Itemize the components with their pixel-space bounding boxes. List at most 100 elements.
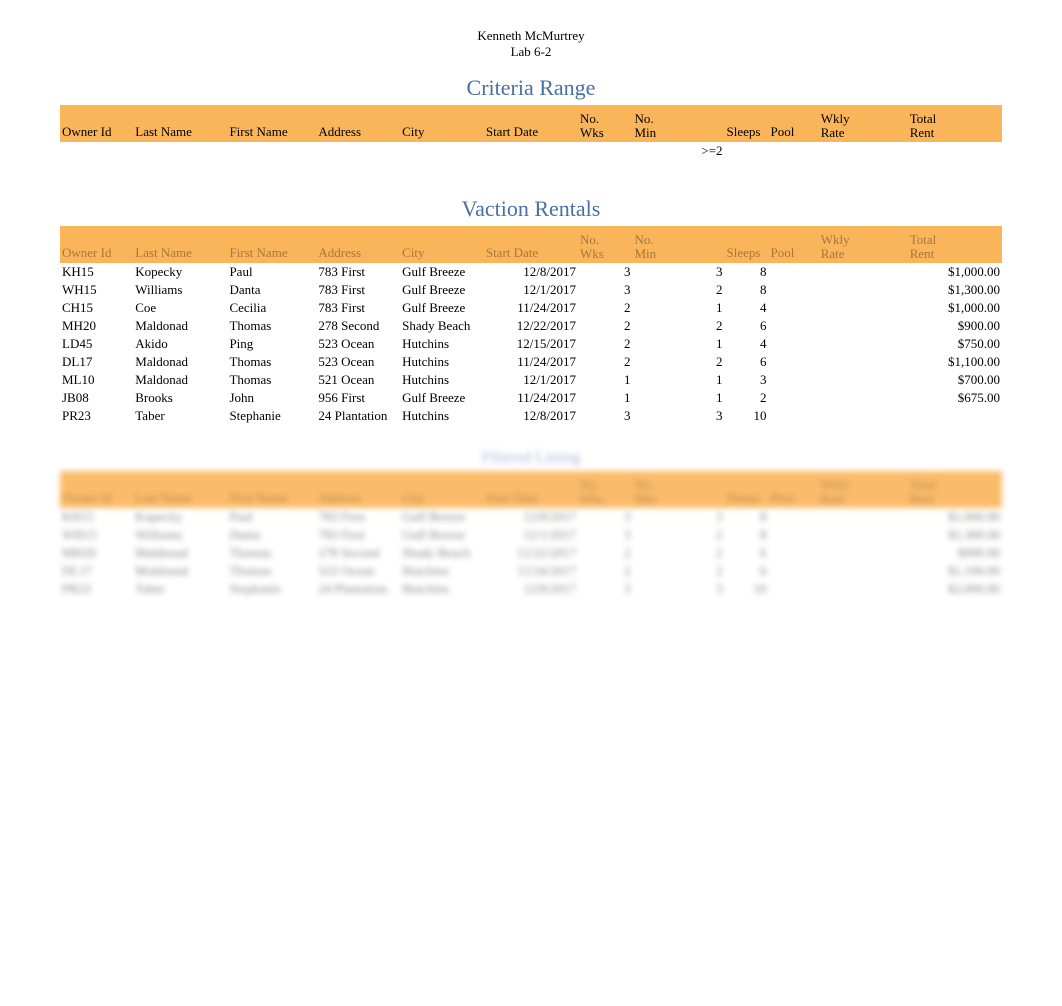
cell-city: Shady Beach <box>400 544 484 562</box>
table-row: MH20MaldonadThomas278 SecondShady Beach1… <box>60 317 1002 335</box>
criteria-last <box>133 142 227 162</box>
criteria-pool <box>769 142 819 162</box>
criteria-header-row: Owner Id Last Name First Name Address Ci… <box>60 105 1002 142</box>
cell-min: 2 <box>632 281 724 299</box>
table-row: ML10MaldonadThomas521 OceanHutchins12/1/… <box>60 371 1002 389</box>
cell-last: Coe <box>133 299 227 317</box>
cell-last: Kopecky <box>133 508 227 526</box>
cell-sdate: 11/24/2017 <box>484 389 578 407</box>
cell-total: $1,000.00 <box>908 508 1002 526</box>
cell-city: Gulf Breeze <box>400 263 484 281</box>
cell-city: Gulf Breeze <box>400 281 484 299</box>
cell-owner: LD45 <box>60 335 133 353</box>
cell-wks: 2 <box>578 335 632 353</box>
cell-min: 3 <box>632 407 724 425</box>
col-addr: Address <box>316 105 400 142</box>
criteria-city <box>400 142 484 162</box>
cell-sdate: 12/15/2017 <box>484 335 578 353</box>
filtered-header-row: Owner Id Last Name First Name Address Ci… <box>60 471 1002 508</box>
cell-addr: 783 First <box>316 281 400 299</box>
cell-owner: CH15 <box>60 299 133 317</box>
cell-last: Williams <box>133 526 227 544</box>
cell-city: Hutchins <box>400 353 484 371</box>
table-row: JB08BrooksJohn956 FirstGulf Breeze11/24/… <box>60 389 1002 407</box>
vaction-header-row: Owner Id Last Name First Name Address Ci… <box>60 226 1002 263</box>
cell-last: Taber <box>133 580 227 598</box>
cell-city: Hutchins <box>400 580 484 598</box>
cell-city: Shady Beach <box>400 317 484 335</box>
criteria-first <box>227 142 316 162</box>
table-row: KH15KopeckyPaul783 FirstGulf Breeze12/8/… <box>60 508 1002 526</box>
cell-addr: 523 Ocean <box>316 562 400 580</box>
cell-wks: 3 <box>578 580 632 598</box>
cell-city: Gulf Breeze <box>400 508 484 526</box>
cell-last: Maldonad <box>133 562 227 580</box>
cell-owner: KH15 <box>60 263 133 281</box>
col-city: City <box>400 105 484 142</box>
col-sleeps: Sleeps <box>725 105 769 142</box>
cell-wks: 1 <box>578 389 632 407</box>
cell-wks: 1 <box>578 371 632 389</box>
cell-total: $1,100.00 <box>908 353 1002 371</box>
cell-total: $1,300.00 <box>908 526 1002 544</box>
cell-last: Williams <box>133 281 227 299</box>
cell-owner: MH20 <box>60 544 133 562</box>
cell-total: $700.00 <box>908 371 1002 389</box>
cell-addr: 783 First <box>316 526 400 544</box>
col-wks: No. Wks <box>578 105 632 142</box>
cell-rate <box>819 580 908 598</box>
cell-pool <box>769 335 819 353</box>
col-sleeps: Sleeps <box>725 471 769 508</box>
cell-owner: ML10 <box>60 371 133 389</box>
cell-first: Stephanie <box>227 407 316 425</box>
filtered-section: Filtered Listing Owner Id Last Name Firs… <box>60 449 1002 598</box>
col-pool: Pool <box>769 105 819 142</box>
cell-total: $1,100.00 <box>908 562 1002 580</box>
col-pool: Pool <box>769 471 819 508</box>
cell-owner: JB08 <box>60 389 133 407</box>
cell-sleeps: 10 <box>725 580 769 598</box>
col-last: Last Name <box>133 226 227 263</box>
cell-sleeps: 6 <box>725 353 769 371</box>
col-wks: No. Wks <box>578 471 632 508</box>
cell-last: Maldonad <box>133 353 227 371</box>
criteria-sdate <box>484 142 578 162</box>
cell-first: Cecilia <box>227 299 316 317</box>
cell-addr: 783 First <box>316 263 400 281</box>
table-row: PR23TaberStephanie24 PlantationHutchins1… <box>60 407 1002 425</box>
cell-addr: 521 Ocean <box>316 371 400 389</box>
cell-wks: 3 <box>578 263 632 281</box>
cell-addr: 783 First <box>316 299 400 317</box>
cell-first: Stephanie <box>227 580 316 598</box>
cell-total: $1,000.00 <box>908 299 1002 317</box>
criteria-addr <box>316 142 400 162</box>
criteria-section: Criteria Range Owner Id Last Name First … <box>60 75 1002 162</box>
cell-first: Thomas <box>227 317 316 335</box>
cell-rate <box>819 317 908 335</box>
cell-first: Danta <box>227 281 316 299</box>
col-total: Total Rent <box>908 105 1002 142</box>
col-sdate: Start Date <box>484 105 578 142</box>
cell-addr: 278 Second <box>316 544 400 562</box>
cell-first: Thomas <box>227 562 316 580</box>
cell-total: $675.00 <box>908 389 1002 407</box>
cell-min: 2 <box>632 526 724 544</box>
cell-wks: 2 <box>578 562 632 580</box>
cell-total <box>908 407 1002 425</box>
cell-rate <box>819 562 908 580</box>
cell-min: 3 <box>632 508 724 526</box>
cell-owner: PR23 <box>60 580 133 598</box>
col-first: First Name <box>227 471 316 508</box>
col-last: Last Name <box>133 471 227 508</box>
criteria-total <box>908 142 1002 162</box>
cell-rate <box>819 353 908 371</box>
cell-owner: KH15 <box>60 508 133 526</box>
cell-owner: DL17 <box>60 562 133 580</box>
criteria-owner <box>60 142 133 162</box>
cell-city: Gulf Breeze <box>400 299 484 317</box>
cell-sdate: 11/24/2017 <box>484 299 578 317</box>
cell-min: 2 <box>632 544 724 562</box>
cell-total: $900.00 <box>908 317 1002 335</box>
cell-rate <box>819 299 908 317</box>
col-first: First Name <box>227 105 316 142</box>
